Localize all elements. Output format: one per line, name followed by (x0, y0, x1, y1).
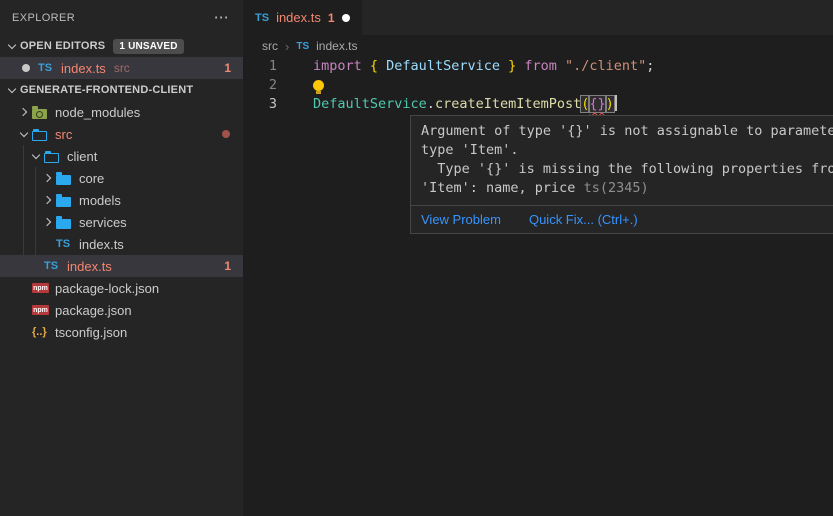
tree-item-tsconfig-json[interactable]: {..} tsconfig.json (0, 321, 243, 343)
tree-item-index-ts-client[interactable]: TS index.ts (0, 233, 243, 255)
typescript-file-icon: TS (296, 41, 309, 52)
twisty-spacer (16, 286, 32, 291)
typescript-file-icon: TS (44, 260, 58, 272)
folder-icon (56, 219, 71, 229)
error-message-line: type 'Item'. (421, 141, 833, 160)
line-number: 2 (243, 76, 277, 95)
breadcrumb-folder[interactable]: src (262, 39, 278, 53)
error-count-badge: 1 (224, 61, 231, 75)
tree-item-src[interactable]: src (0, 123, 243, 145)
explorer-sidebar: EXPLORER ⋯ OPEN EDITORS 1 UNSAVED TS ind… (0, 0, 243, 516)
node-modules-folder-icon (32, 109, 47, 119)
tree-item-services[interactable]: services (0, 211, 243, 233)
code-line-3: 3 DefaultService.createItemItemPost({}) (243, 95, 833, 114)
breadcrumb-file[interactable]: index.ts (316, 39, 357, 53)
line-number: 3 (243, 95, 277, 114)
modified-dot-icon[interactable] (22, 64, 30, 72)
text-cursor (615, 95, 617, 111)
tree-item-label: client (67, 149, 97, 164)
code-line-1: 1 import { DefaultService } from "./clie… (243, 57, 833, 76)
error-code: ts(2345) (584, 180, 649, 196)
breadcrumb-separator-icon: › (285, 39, 289, 54)
tree-item-models[interactable]: models (0, 189, 243, 211)
open-editors-label: OPEN EDITORS (20, 40, 105, 52)
twisty-spacer (28, 264, 44, 269)
error-message-line: 'Item': name, price ts(2345) (421, 179, 833, 198)
breadcrumb: src › TS index.ts (243, 35, 833, 57)
tab-title: index.ts (276, 10, 321, 25)
folder-open-icon (44, 153, 59, 163)
tree-item-label: node_modules (55, 105, 140, 120)
code-text: import { DefaultService } from "./client… (277, 57, 654, 76)
file-tree: node_modules src client core models se (0, 101, 243, 343)
chevron-down-icon[interactable] (4, 88, 20, 92)
error-count-badge: 1 (224, 259, 231, 273)
more-actions-icon[interactable]: ⋯ (214, 10, 229, 25)
tree-item-label: index.ts (79, 237, 124, 252)
chevron-down-icon[interactable] (4, 44, 20, 48)
tree-item-index-ts-src[interactable]: TS index.ts 1 (0, 255, 243, 277)
code-text (277, 76, 324, 95)
tab-index-ts[interactable]: TS index.ts 1 (243, 0, 362, 35)
line-number: 1 (243, 57, 277, 76)
error-message-line: Type '{}' is missing the following prope… (421, 160, 833, 179)
tab-bar: TS index.ts 1 (243, 0, 833, 35)
editor-pane: TS index.ts 1 src › TS index.ts 1 import… (243, 0, 833, 516)
chevron-right-icon[interactable] (40, 175, 56, 181)
typescript-file-icon: TS (38, 62, 52, 74)
twisty-spacer (16, 308, 32, 313)
unsaved-dot-icon[interactable] (342, 14, 350, 22)
unsaved-count-badge: 1 UNSAVED (113, 39, 183, 54)
error-message-line: Argument of type '{}' is not assignable … (421, 122, 833, 141)
error-dot-icon (222, 130, 230, 138)
tree-item-core[interactable]: core (0, 167, 243, 189)
open-editor-file-name: index.ts (61, 61, 106, 76)
npm-file-icon: npm (32, 283, 49, 293)
tree-item-label: index.ts (67, 259, 112, 274)
code-text: DefaultService.createItemItemPost({}) (277, 95, 617, 114)
tree-item-node-modules[interactable]: node_modules (0, 101, 243, 123)
tree-item-client[interactable]: client (0, 145, 243, 167)
chevron-right-icon[interactable] (16, 109, 32, 115)
tree-item-label: package.json (55, 303, 132, 318)
error-hover-widget: Argument of type '{}' is not assignable … (410, 115, 833, 234)
folder-icon (56, 175, 71, 185)
json-braces-icon: {..} (32, 326, 47, 338)
open-editors-section-header[interactable]: OPEN EDITORS 1 UNSAVED (0, 35, 243, 57)
chevron-right-icon[interactable] (40, 197, 56, 203)
error-message: Argument of type '{}' is not assignable … (411, 116, 833, 205)
tree-item-label: core (79, 171, 104, 186)
hover-action-bar: View Problem Quick Fix... (Ctrl+.) (411, 205, 833, 233)
tree-item-label: src (55, 127, 72, 142)
quick-fix-link[interactable]: Quick Fix... (Ctrl+.) (529, 212, 638, 227)
sidebar-header: EXPLORER ⋯ (0, 0, 243, 35)
project-name-label: GENERATE-FRONTEND-CLIENT (20, 84, 193, 96)
tab-error-badge: 1 (328, 11, 335, 25)
lightbulb-icon[interactable] (313, 80, 324, 91)
code-line-2: 2 (243, 76, 833, 95)
npm-file-icon: npm (32, 305, 49, 315)
tree-item-package-lock-json[interactable]: npm package-lock.json (0, 277, 243, 299)
tree-item-label: package-lock.json (55, 281, 159, 296)
code-area[interactable]: 1 import { DefaultService } from "./clie… (243, 57, 833, 114)
project-section-header[interactable]: GENERATE-FRONTEND-CLIENT (0, 79, 243, 101)
tree-item-label: models (79, 193, 121, 208)
typescript-file-icon: TS (255, 12, 269, 24)
twisty-spacer (40, 242, 56, 247)
tree-item-label: services (79, 215, 127, 230)
open-editor-file-folder: src (114, 61, 130, 75)
view-problem-link[interactable]: View Problem (421, 212, 501, 227)
open-editor-item-index-ts[interactable]: TS index.ts src 1 (0, 57, 243, 79)
chevron-down-icon[interactable] (28, 154, 44, 158)
chevron-down-icon[interactable] (16, 132, 32, 136)
tree-item-package-json[interactable]: npm package.json (0, 299, 243, 321)
folder-icon (56, 197, 71, 207)
twisty-spacer (16, 330, 32, 335)
folder-open-icon (32, 131, 47, 141)
explorer-title: EXPLORER (12, 12, 75, 24)
typescript-file-icon: TS (56, 238, 70, 250)
chevron-right-icon[interactable] (40, 219, 56, 225)
tree-item-label: tsconfig.json (55, 325, 127, 340)
